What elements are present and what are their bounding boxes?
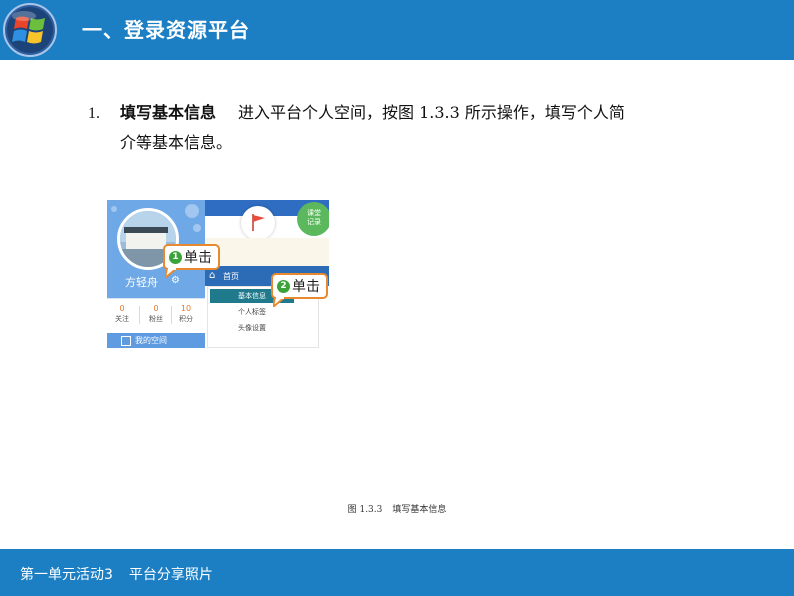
callout-number-1: 1 (169, 250, 182, 264)
header-bar: 一、登录资源平台 (0, 0, 794, 60)
bubble-decoration (185, 204, 199, 218)
profile-panel: 方轻舟 ⚙ 0 关注 0 粉丝 10 积分 我的空间 (107, 200, 205, 348)
footer-text: 第一单元活动3 平台分享照片 (20, 564, 213, 584)
footer-topic: 平台分享照片 (128, 567, 213, 583)
instruction-line-1: 1. 填写基本信息 进入平台个人空间，按图 1.3.3 所示操作，填写个人简 (88, 98, 708, 128)
step-text-line-1: 进入平台个人空间，按图 1.3.3 所示操作，填写个人简 (238, 103, 625, 122)
stat-points[interactable]: 10 积分 (171, 304, 201, 324)
figure-caption: 图 1.3.3 填写基本信息 (0, 502, 794, 515)
caption-number: 图 1.3.3 (347, 505, 383, 515)
callout-text-1: 单击 (184, 250, 212, 266)
flag-icon (252, 214, 265, 231)
nav-home-link[interactable]: 首页 (223, 271, 239, 282)
content-strip (205, 238, 329, 266)
checkbox[interactable] (121, 336, 131, 346)
footer-unit: 第一单元活动3 (20, 567, 113, 583)
step-text-line-2: 介等基本信息。 (120, 133, 233, 152)
bubble-decoration (193, 224, 201, 232)
callout-text-2: 单击 (292, 279, 320, 295)
footer-bar: 第一单元活动3 平台分享照片 (0, 549, 794, 596)
flag-button[interactable] (241, 206, 275, 240)
callout-number-2: 2 (277, 279, 290, 293)
callout-click-2: 2 单击 (271, 273, 328, 299)
bubble-decoration (111, 206, 117, 212)
home-icon[interactable]: ⌂ (209, 270, 215, 281)
divider (139, 306, 140, 324)
menu-item-avatar-settings[interactable]: 头像设置 (210, 321, 294, 335)
figure-screenshot: 方轻舟 ⚙ 0 关注 0 粉丝 10 积分 我的空间 课堂 记录 ⌂ 首页 基本… (107, 200, 329, 348)
callout-click-1: 1 单击 (163, 244, 220, 270)
instruction-paragraph: 1. 填写基本信息 进入平台个人空间，按图 1.3.3 所示操作，填写个人简 介等基… (88, 98, 708, 157)
callout-pointer-2 (273, 297, 287, 307)
step-title: 填写基本信息 (120, 103, 217, 122)
username: 方轻舟 (125, 276, 158, 289)
stat-following[interactable]: 0 关注 (107, 304, 137, 324)
callout-pointer-1 (165, 268, 179, 278)
page-title: 一、登录资源平台 (82, 18, 250, 42)
step-number: 1. (88, 105, 100, 122)
stat-fans[interactable]: 0 粉丝 (141, 304, 171, 324)
my-space-label: 我的空间 (135, 336, 167, 345)
class-record-badge[interactable]: 课堂 记录 (297, 202, 329, 236)
windows-logo-icon (3, 3, 57, 57)
caption-text: 填写基本信息 (392, 505, 447, 515)
menu-item-personal-tags[interactable]: 个人标签 (210, 305, 294, 319)
